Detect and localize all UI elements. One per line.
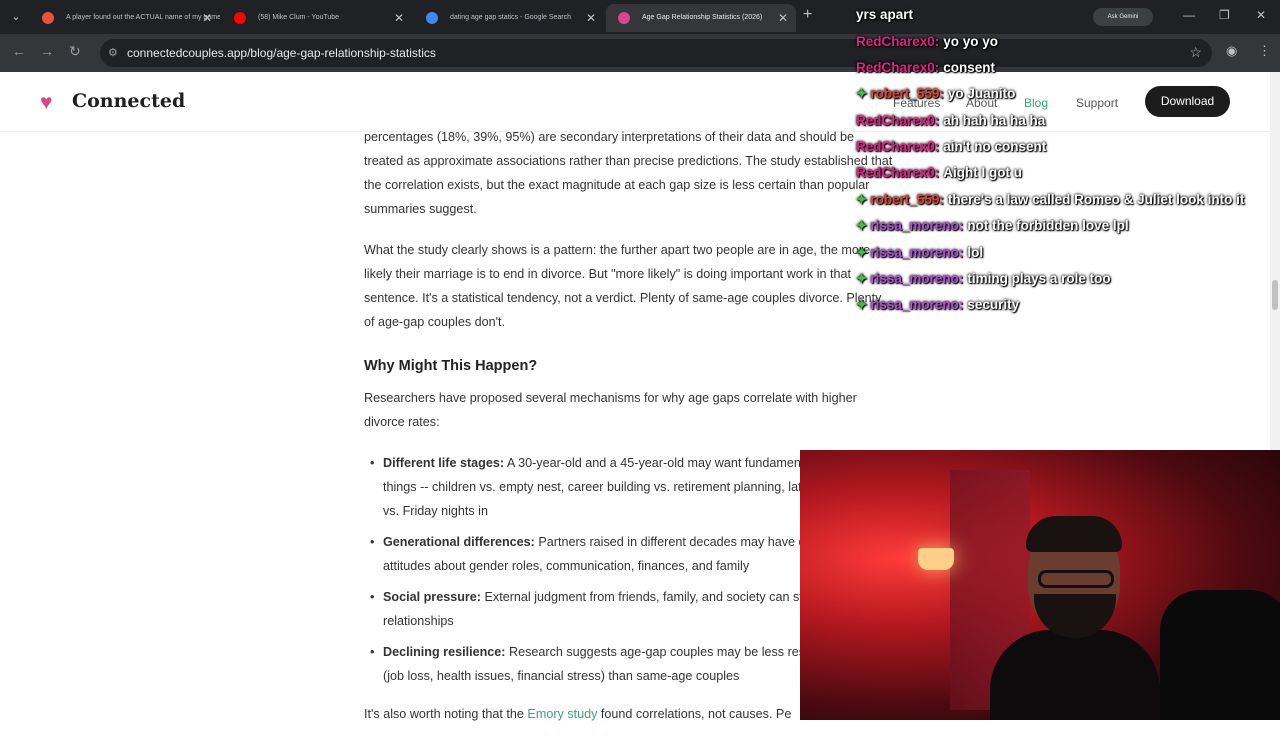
tab-search-chevron-icon[interactable]: ⌄ [6,7,26,27]
paragraph-text: It's also worth noting that the [364,707,528,721]
chat-username: RedCharex0: [856,139,940,154]
tab-title: dating age gap statics - Google Search [450,14,572,21]
url-text[interactable]: connectedcouples.app/blog/age-gap-relati… [127,46,436,60]
chat-text: there's a law called Romeo & Juliet look… [947,192,1245,207]
chat-username: RedCharex0: [856,165,940,180]
chat-text: consent [943,60,996,75]
paragraph-mechanisms: Researchers have proposed several mechan… [364,391,857,429]
chat-text: ah hah ha ha ha [943,113,1046,128]
section-heading: Why Might This Happen? [364,358,538,374]
chat-text: lol [967,245,984,260]
streamer-glasses [1038,570,1114,588]
chat-message: yrs apart [856,7,913,22]
streamer [990,516,1160,720]
chat-text: timing plays a role too [967,271,1111,286]
list-item-term: Declining resilience: [383,645,506,659]
chat-username: robert_559: [870,86,944,101]
chat-text: security [967,297,1020,312]
new-tab-button[interactable]: + [803,6,812,24]
subscriber-badge-icon: ✦ [856,297,868,312]
chat-message: RedCharex0: yo yo yo [856,34,998,49]
browser-tab[interactable]: dating age gap statics - Google Search ✕ [414,4,604,32]
chat-username: rissa_moreno: [870,297,964,312]
stream-chat-overlay: yrs apart RedCharex0: yo yo yo RedCharex0: c… [856,0,1280,320]
chat-text: Aight I got u [943,165,1023,180]
tab-favicon-icon [234,12,246,24]
list-item-term: Social pressure: [383,590,481,604]
tab-title: A player found out the ACTUAL name of my… [66,14,220,21]
tab-title: Age Gap Relationship Statistics (2026) [642,14,763,21]
tab-close-icon[interactable]: ✕ [778,4,788,32]
streamer-body [990,630,1160,720]
chat-message: ✦ rissa_moreno: timing plays a role too [856,271,1111,287]
webcam-overlay [800,450,1280,720]
browser-tab[interactable]: Age Gap Relationship Statistics (2026) ✕ [606,4,796,32]
chat-username: robert_559: [870,192,944,207]
chat-message: ✦ rissa_moreno: not the forbidden love lpl [856,218,1129,234]
chat-text: ain't no consent [943,139,1047,154]
heart-logo-icon[interactable]: ♥ [40,91,52,115]
tab-favicon-icon [426,12,438,24]
chat-message: RedCharex0: consent [856,60,995,75]
chat-message: ✦ robert_559: yo Juanito [856,86,1015,102]
subscriber-badge-icon: ✦ [856,192,868,207]
emory-study-link[interactable]: Emory study [527,707,597,721]
list-item-term: Different life stages: [383,456,505,470]
subscriber-badge-icon: ✦ [856,271,868,286]
chat-message: RedCharex0: Aight I got u [856,165,1022,180]
chat-username: RedCharex0: [856,113,940,128]
paragraph-pattern: What the study clearly shows is a patter… [364,243,882,329]
subscriber-badge-icon: ✦ [856,245,868,260]
tab-title: (58) Mike Clum - YouTube [258,14,340,21]
tab-close-icon[interactable]: ✕ [586,4,596,32]
forward-icon[interactable]: → [40,43,54,59]
chat-text: yrs apart [856,7,914,22]
back-icon[interactable]: ← [12,43,26,59]
paragraph-text: found correlations, not causes. Pe [597,707,792,721]
site-info-icon[interactable]: ⚙ [108,46,118,59]
chat-message: ✦ robert_559: there's a law called Romeo &… [856,192,1244,208]
chair [1160,590,1280,720]
chat-text: yo yo yo [943,34,999,49]
tab-close-icon[interactable]: ✕ [202,4,212,32]
chat-username: rissa_moreno: [870,245,964,260]
chat-message: ✦ rissa_moreno: security [856,297,1019,313]
tab-favicon-icon [42,12,54,24]
tab-favicon-icon [618,12,630,24]
lamp-light [918,548,954,570]
browser-tab[interactable]: A player found out the ACTUAL name of my… [30,4,220,32]
chat-message: RedCharex0: ain't no consent [856,139,1046,154]
chat-username: rissa_moreno: [870,218,964,233]
chat-username: RedCharex0: [856,34,940,49]
chat-message: ✦ rissa_moreno: lol [856,245,983,261]
chat-text: not the forbidden love lpl [967,218,1129,233]
reload-icon[interactable]: ↻ [69,43,81,60]
browser-tab[interactable]: (58) Mike Clum - YouTube ✕ [222,4,412,32]
list-item-term: Generational differences: [383,535,535,549]
streamer-hair [1026,516,1122,552]
chat-username: rissa_moreno: [870,271,964,286]
chat-username: RedCharex0: [856,60,940,75]
subscriber-badge-icon: ✦ [856,218,868,233]
subscriber-badge-icon: ✦ [856,86,868,101]
tab-close-icon[interactable]: ✕ [394,4,404,32]
brand-name[interactable]: Connected [72,90,185,112]
paragraph-caveats: percentages (18%, 39%, 95%) are secondar… [364,130,893,216]
chat-text: yo Juanito [947,86,1016,101]
chat-message: RedCharex0: ah hah ha ha ha [856,113,1045,128]
